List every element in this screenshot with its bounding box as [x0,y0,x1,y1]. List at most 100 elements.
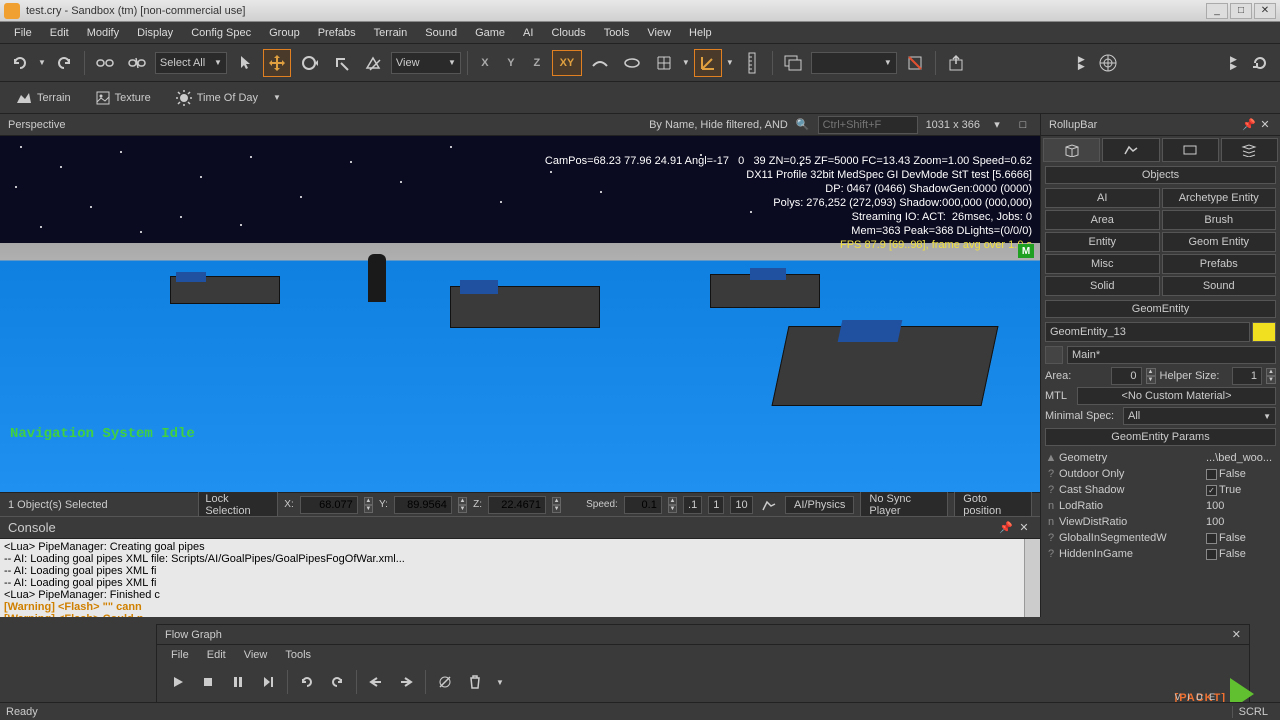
fg-menu-edit[interactable]: Edit [199,647,234,663]
layers-combo[interactable]: ▼ [811,52,897,74]
menu-display[interactable]: Display [129,25,181,41]
goto-button[interactable]: Goto position [954,490,1032,520]
minspec-combo[interactable]: All▼ [1123,407,1276,425]
toolbar-overflow-2[interactable]: ▶▶ [1230,56,1242,70]
gizmo-button[interactable] [1094,49,1122,77]
console-close-button[interactable]: ✕ [1016,520,1032,536]
param-outdooronly[interactable]: ?Outdoor OnlyFalse [1045,466,1276,482]
minimize-button[interactable]: _ [1206,3,1228,19]
menu-group[interactable]: Group [261,25,308,41]
menu-clouds[interactable]: Clouds [543,25,593,41]
fg-play-button[interactable] [165,669,191,695]
view-combo[interactable]: View▼ [391,52,461,74]
layer-icon[interactable] [1045,346,1063,364]
rollup-pin-button[interactable]: 📌 [1242,118,1256,132]
param-geometry[interactable]: ▲Geometry...\bed_woo... [1045,450,1276,466]
obj-archetype[interactable]: Archetype Entity [1162,188,1277,208]
refresh-button[interactable] [1246,49,1274,77]
rollup-tab-3[interactable] [1162,138,1219,162]
rollup-tab-1[interactable] [1043,138,1100,162]
menu-prefabs[interactable]: Prefabs [310,25,364,41]
fg-menu-file[interactable]: File [163,647,197,663]
layers-button[interactable] [779,49,807,77]
scale-tool[interactable] [327,49,355,77]
fg-forward-button[interactable] [393,669,419,695]
axis-xy[interactable]: XY [552,50,582,76]
redo-button[interactable] [50,49,78,77]
lock-selection-button[interactable]: Lock Selection [198,490,278,520]
maximize-button[interactable]: □ [1230,3,1252,19]
param-globalseg[interactable]: ?GlobalInSegmentedWFalse [1045,530,1276,546]
area-input[interactable]: 0 [1111,367,1142,385]
layer-name[interactable]: Main* [1067,346,1276,364]
z-spinner[interactable]: ▲▼ [552,497,561,513]
obj-solid[interactable]: Solid [1045,276,1160,296]
unlink-button[interactable] [123,49,151,77]
speed-input[interactable] [624,496,662,514]
entity-name-input[interactable] [1045,322,1250,342]
axis-x[interactable]: X [474,50,496,76]
rollup-tab-2[interactable] [1102,138,1159,162]
menu-ai[interactable]: AI [515,25,541,41]
helper-spinner[interactable]: ▲▼ [1266,368,1276,384]
fg-pause-button[interactable] [225,669,251,695]
params-header[interactable]: GeomEntity Params [1045,428,1276,446]
link-button[interactable] [91,49,119,77]
select-combo[interactable]: Select All▼ [155,52,227,74]
console-body[interactable]: <Lua> PipeManager: Creating goal pipes -… [0,539,1040,617]
obj-misc[interactable]: Misc [1045,254,1160,274]
menu-file[interactable]: File [6,25,40,41]
search-input[interactable] [818,116,918,134]
freeze-button[interactable] [901,49,929,77]
search-icon[interactable]: 🔍 [796,118,810,131]
obj-area[interactable]: Area [1045,210,1160,230]
speed-10[interactable]: 10 [730,496,752,514]
undo-button[interactable] [6,49,34,77]
viewport-toggle-2[interactable]: □ [1014,116,1032,134]
area-spinner[interactable]: ▲▼ [1146,368,1156,384]
snap-terrain-button[interactable] [586,49,614,77]
terrain-button[interactable]: Terrain [6,84,80,112]
speed-spinner[interactable]: ▲▼ [668,497,677,513]
z-input[interactable] [488,496,546,514]
rotate-tool[interactable] [295,49,323,77]
fg-stop-button[interactable] [195,669,221,695]
axis-z[interactable]: Z [526,50,548,76]
axis-y[interactable]: Y [500,50,522,76]
snap-angle-button[interactable] [694,49,722,77]
terrain-snap-icon[interactable] [759,495,779,515]
fg-redo-button[interactable] [324,669,350,695]
obj-prefabs[interactable]: Prefabs [1162,254,1277,274]
fg-delete-button[interactable] [462,669,488,695]
menu-tools[interactable]: Tools [596,25,638,41]
helper-input[interactable]: 1 [1232,367,1263,385]
x-spinner[interactable]: ▲▼ [364,497,373,513]
menu-modify[interactable]: Modify [79,25,127,41]
menu-terrain[interactable]: Terrain [366,25,416,41]
menu-sound[interactable]: Sound [417,25,465,41]
param-castshadow[interactable]: ?Cast Shadow✓True [1045,482,1276,498]
toolbar-overflow[interactable]: ▶▶ [1078,56,1090,70]
fg-menu-tools[interactable]: Tools [277,647,319,663]
snap-geometry-button[interactable] [618,49,646,77]
menu-configspec[interactable]: Config Spec [183,25,259,41]
obj-ai[interactable]: AI [1045,188,1160,208]
move-tool[interactable] [263,49,291,77]
console-scrollbar[interactable] [1024,539,1040,617]
geomentity-header[interactable]: GeomEntity [1045,300,1276,318]
param-hidden[interactable]: ?HiddenInGameFalse [1045,546,1276,562]
fg-menu-view[interactable]: View [236,647,276,663]
entity-color[interactable] [1252,322,1276,342]
param-lodratio[interactable]: nLodRatio100 [1045,498,1276,514]
nosync-button[interactable]: No Sync Player [860,490,948,520]
obj-sound[interactable]: Sound [1162,276,1277,296]
close-button[interactable]: ✕ [1254,3,1276,19]
console-pin-button[interactable]: 📌 [998,520,1014,536]
param-viewdist[interactable]: nViewDistRatio100 [1045,514,1276,530]
fg-back-button[interactable] [363,669,389,695]
timeofday-button[interactable]: Time Of Day [166,84,267,112]
select-tool[interactable] [231,49,259,77]
menu-game[interactable]: Game [467,25,513,41]
menu-help[interactable]: Help [681,25,720,41]
flowgraph-close-button[interactable]: ✕ [1232,628,1241,641]
